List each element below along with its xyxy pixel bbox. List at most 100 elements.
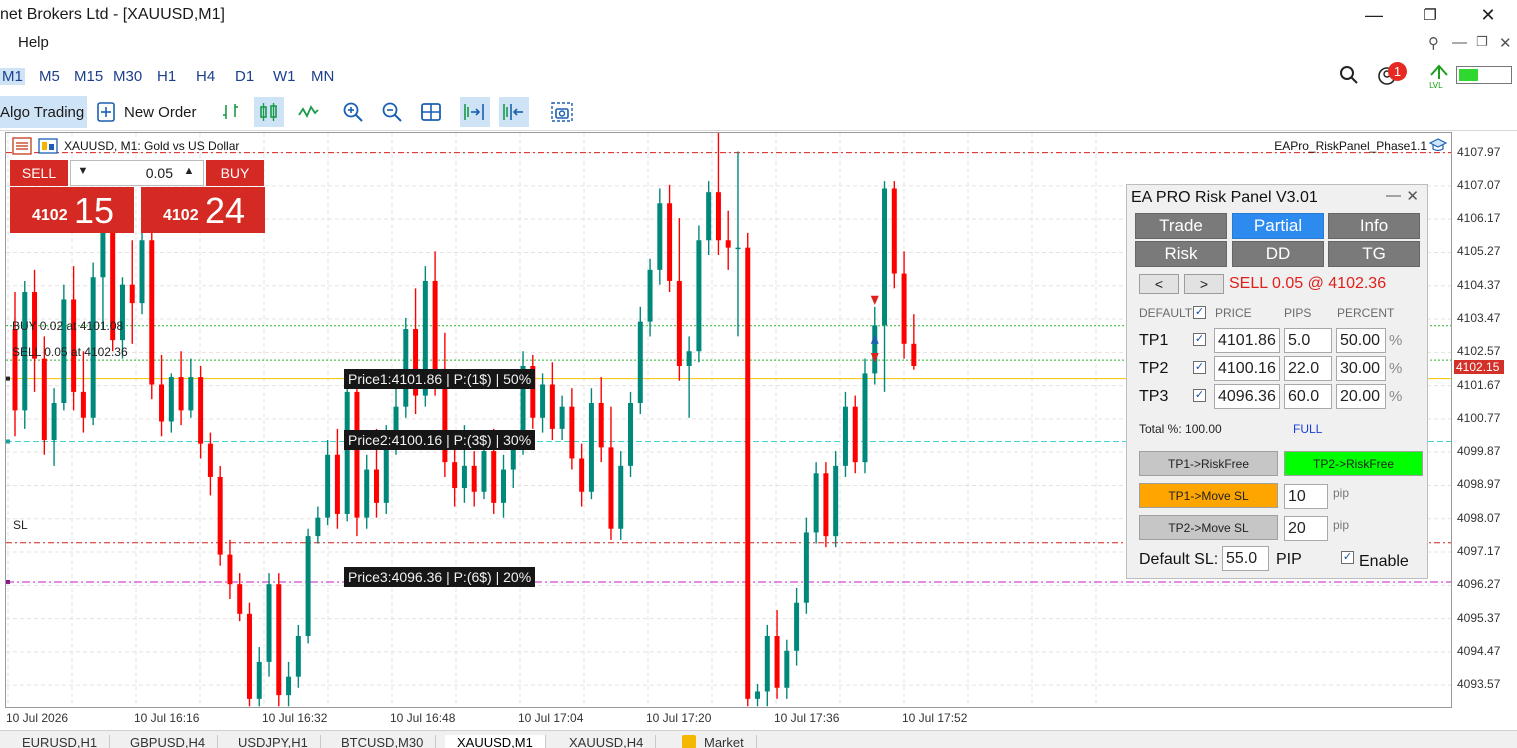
search-icon[interactable] xyxy=(1338,64,1360,86)
pin-icon[interactable]: ⚲ xyxy=(1428,34,1439,52)
one-click-buy-button[interactable]: BUY xyxy=(206,160,264,186)
mdi-minimize-button[interactable]: — xyxy=(1452,34,1467,51)
tp3-percent-sign: % xyxy=(1389,388,1403,405)
tab-tg[interactable]: TG xyxy=(1328,241,1420,267)
prev-position-button[interactable]: < xyxy=(1139,274,1179,294)
tp1-percent-input[interactable]: 50.00 xyxy=(1336,328,1386,353)
zoom-out-icon[interactable] xyxy=(377,97,407,127)
tp3-percent-input[interactable]: 20.00 xyxy=(1336,384,1386,409)
candlestick-icon[interactable] xyxy=(254,97,284,127)
auto-scroll-icon[interactable] xyxy=(460,97,490,127)
next-position-button[interactable]: > xyxy=(1184,274,1224,294)
timeframe-mn[interactable]: MN xyxy=(311,68,334,85)
timeframe-d1[interactable]: D1 xyxy=(235,68,254,85)
screenshot-icon[interactable] xyxy=(547,97,577,127)
timeframe-m1[interactable]: M1 xyxy=(0,68,25,85)
tp2-move-sl-button[interactable]: TP2->Move SL xyxy=(1139,515,1278,540)
symbol-properties-icon[interactable] xyxy=(38,137,58,155)
tp2-price-input[interactable]: 4100.16 xyxy=(1214,356,1280,381)
tp3-price-input[interactable]: 4096.36 xyxy=(1214,384,1280,409)
expert-hat-icon[interactable] xyxy=(1428,138,1448,152)
tab-partial[interactable]: Partial xyxy=(1232,213,1324,239)
enable-checkbox[interactable]: ✓ xyxy=(1341,551,1354,564)
timeframe-m15[interactable]: M15 xyxy=(74,68,103,85)
candle-body xyxy=(246,613,252,699)
new-order-label: New Order xyxy=(124,103,197,121)
tile-windows-icon[interactable] xyxy=(416,97,446,127)
tp1-checkbox[interactable]: ✓ xyxy=(1193,333,1206,346)
menu-help[interactable]: Help xyxy=(18,34,49,51)
mdi-restore-button[interactable]: ❐ xyxy=(1476,34,1488,50)
candle-body xyxy=(686,351,692,367)
chart-tab-xauusd-h4[interactable]: XAUUSD,H4 xyxy=(557,735,657,748)
chart-list-icon[interactable] xyxy=(12,137,32,155)
minimize-button[interactable]: — xyxy=(1346,0,1402,30)
signal-level-icon[interactable]: LVL xyxy=(1427,63,1451,90)
candle-body xyxy=(559,406,565,429)
toolbar: Algo Trading New Order xyxy=(0,93,1517,131)
ask-quote-button[interactable]: 4102 24 xyxy=(141,187,265,233)
algo-trading-button[interactable]: Algo Trading xyxy=(0,96,87,128)
tp3-checkbox[interactable]: ✓ xyxy=(1193,389,1206,402)
candle-body xyxy=(862,373,868,463)
timeframe-h1[interactable]: H1 xyxy=(157,68,176,85)
tp1-price-input[interactable]: 4101.86 xyxy=(1214,328,1280,353)
tp3-pips-input[interactable]: 60.0 xyxy=(1284,384,1332,409)
tp1-riskfree-button[interactable]: TP1->RiskFree xyxy=(1139,451,1278,476)
chart-tab-market[interactable]: Market xyxy=(670,735,757,748)
candle-body xyxy=(725,240,731,248)
candle-body xyxy=(628,402,634,466)
chart-tab-gbpusd-h4[interactable]: GBPUSD,H4 xyxy=(118,735,219,748)
bar-chart-icon[interactable] xyxy=(216,97,246,127)
chart-shift-icon[interactable] xyxy=(499,97,529,127)
mdi-close-button[interactable]: ✕ xyxy=(1499,34,1512,52)
tab-dd[interactable]: DD xyxy=(1232,241,1324,267)
price-tick-5: 4103.47 xyxy=(1457,311,1501,326)
column-price-header: PRICE xyxy=(1215,306,1252,320)
chart-tab-btcusd-m30[interactable]: BTCUSD,M30 xyxy=(329,735,437,748)
panel-minimize-button[interactable]: — xyxy=(1386,187,1401,204)
new-order-button[interactable]: New Order xyxy=(96,96,202,128)
lot-size-input[interactable]: ▼ 0.05 ▲ xyxy=(70,160,204,186)
timeframe-m30[interactable]: M30 xyxy=(113,68,142,85)
candle-body xyxy=(618,465,624,529)
tp2-move-sl-pips-input[interactable]: 20 xyxy=(1284,516,1328,541)
chart-tab-eurusd-h1[interactable]: EURUSD,H1 xyxy=(10,735,111,748)
one-click-sell-button[interactable]: SELL xyxy=(10,160,68,186)
candle-body xyxy=(706,192,712,241)
tp2-pips-input[interactable]: 22.0 xyxy=(1284,356,1332,381)
candle-body xyxy=(794,602,800,651)
tp1-row-label: TP1 xyxy=(1139,332,1169,349)
tab-risk[interactable]: Risk xyxy=(1135,241,1227,267)
panel-close-button[interactable]: ✕ xyxy=(1406,187,1419,205)
chart-tab-xauusd-m1[interactable]: XAUUSD,M1 xyxy=(445,735,546,748)
maximize-button[interactable]: ❐ xyxy=(1402,0,1458,30)
timeframe-w1[interactable]: W1 xyxy=(273,68,296,85)
time-axis[interactable]: 10 Jul 2026 10 Jul 16:16 10 Jul 16:32 10 Ju… xyxy=(5,708,1452,730)
timeframe-m5[interactable]: M5 xyxy=(39,68,60,85)
tp1-move-sl-pips-input[interactable]: 10 xyxy=(1284,484,1328,509)
close-button[interactable]: ✕ xyxy=(1460,0,1516,30)
zoom-in-icon[interactable] xyxy=(338,97,368,127)
price-tick-4: 4104.37 xyxy=(1457,277,1501,292)
lot-increase-icon[interactable]: ▲ xyxy=(177,165,201,177)
price-tick-13: 4096.27 xyxy=(1457,577,1501,592)
timeframe-h4[interactable]: H4 xyxy=(196,68,215,85)
candle-body xyxy=(403,329,409,407)
lot-decrease-icon[interactable]: ▼ xyxy=(71,165,95,177)
tab-trade[interactable]: Trade xyxy=(1135,213,1227,239)
chart-tab-usdjpy-h1[interactable]: USDJPY,H1 xyxy=(226,735,321,748)
default-checkbox[interactable]: ✓ xyxy=(1193,306,1206,319)
tab-info[interactable]: Info xyxy=(1328,213,1420,239)
line-chart-icon[interactable] xyxy=(293,97,323,127)
tp1-pips-input[interactable]: 5.0 xyxy=(1284,328,1332,353)
price-tick-6: 4102.57 xyxy=(1457,344,1501,359)
bid-quote-button[interactable]: 4102 15 xyxy=(10,187,134,233)
tp2-riskfree-button[interactable]: TP2->RiskFree xyxy=(1284,451,1423,476)
price-axis[interactable]: 4107.97 4107.07 4106.17 4105.27 4104.37 4103.… xyxy=(1452,132,1517,708)
tp2-checkbox[interactable]: ✓ xyxy=(1193,361,1206,374)
candle-body xyxy=(256,661,262,699)
default-sl-input[interactable]: 55.0 xyxy=(1222,546,1269,571)
tp2-percent-input[interactable]: 30.00 xyxy=(1336,356,1386,381)
tp1-move-sl-button[interactable]: TP1->Move SL xyxy=(1139,483,1278,508)
